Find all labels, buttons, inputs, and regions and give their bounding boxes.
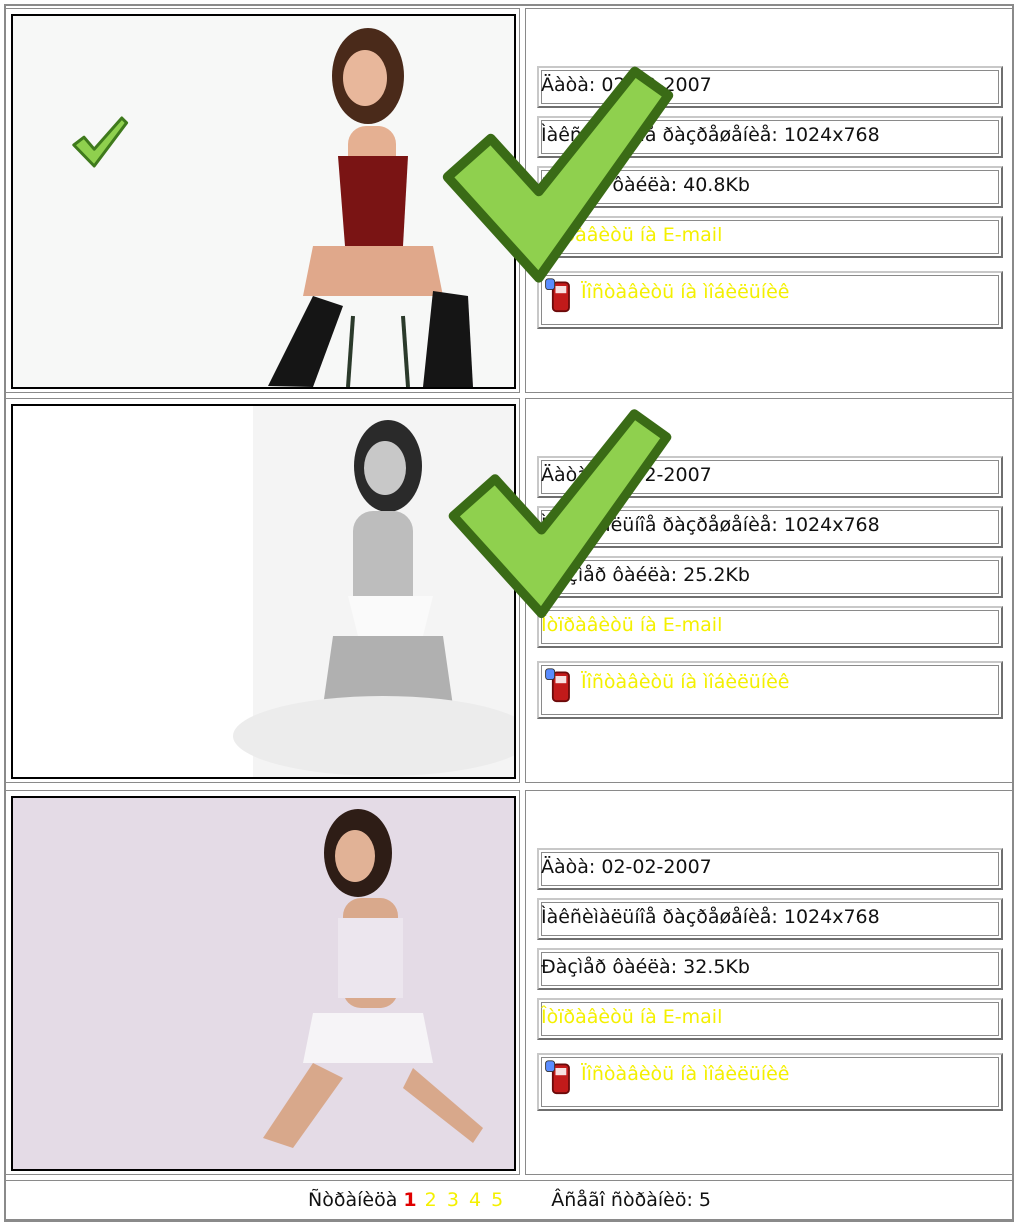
page-link[interactable]: 5 [491, 1189, 503, 1211]
page-link[interactable]: 2 [425, 1189, 437, 1211]
send-email-link[interactable]: Îòïðàâèòü íà E-mail [541, 1006, 722, 1028]
resolution-text: Ìàêñèìàëüíîå ðàçðåøåíèå: 1024x768 [541, 906, 880, 928]
wallpaper-thumbnail[interactable] [11, 796, 516, 1171]
send-to-mobile-link[interactable]: Ïîñòàâèòü íà ìîáèëüíèê [581, 1063, 789, 1085]
mobile-phone-icon[interactable] [542, 1059, 578, 1095]
mobile-phone-icon[interactable] [542, 667, 578, 703]
total-pages-text: Âñåãî ñòðàíèö: 5 [551, 1189, 711, 1211]
current-page: 1 [403, 1189, 417, 1211]
send-to-mobile-link[interactable]: Ïîñòàâèòü íà ìîáèëüíèê [581, 671, 789, 693]
info-cell: Äàòà: 02-02-2007 Ìàêñèìàëüíîå ðàçðåøåíèå… [525, 790, 1014, 1175]
checkmark-icon [72, 116, 129, 168]
file-size-text: Ðàçìåð ôàéëà: 32.5Kb [541, 956, 750, 978]
pagination-bar: Ñòðàíèöà 1 2 3 4 5 Âñåãî ñòðàíèö: 5 [5, 1180, 1014, 1220]
image-cell [5, 790, 520, 1175]
page-link[interactable]: 4 [469, 1189, 481, 1211]
date-box: Äàòà: 02-02-2007 [537, 848, 1003, 890]
size-box: Ðàçìåð ôàéëà: 32.5Kb [537, 948, 1003, 990]
model-photo [13, 798, 514, 1169]
mobile-box: Ïîñòàâèòü íà ìîáèëüíèê [537, 661, 1003, 719]
info-cell: Äàòà: 02-02-2007 Ìàêñèìàëüíîå ðàçðåøåíèå… [442, 8, 1014, 393]
mobile-box: Ïîñòàâèòü íà ìîáèëüíèê [537, 1053, 1003, 1111]
page-link[interactable]: 3 [447, 1189, 459, 1211]
checkmark-icon [448, 409, 672, 619]
resolution-box: Ìàêñèìàëüíîå ðàçðåøåíèå: 1024x768 [537, 898, 1003, 940]
date-text: Äàòà: 02-02-2007 [541, 856, 712, 878]
checkmark-icon [442, 66, 674, 283]
pagination-label: Ñòðàíèöà [308, 1189, 398, 1211]
email-box: Îòïðàâèòü íà E-mail [537, 998, 1003, 1040]
